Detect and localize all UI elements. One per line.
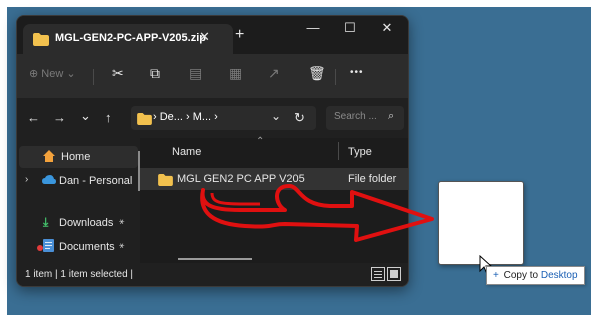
drag-preview-thumbnail [438,181,524,265]
copy-plus-icon: + [493,270,499,281]
drag-action-label: Copy to [503,270,539,281]
drag-destination-label: Desktop [540,270,578,281]
drag-tooltip: + Copy to Desktop [486,266,585,285]
